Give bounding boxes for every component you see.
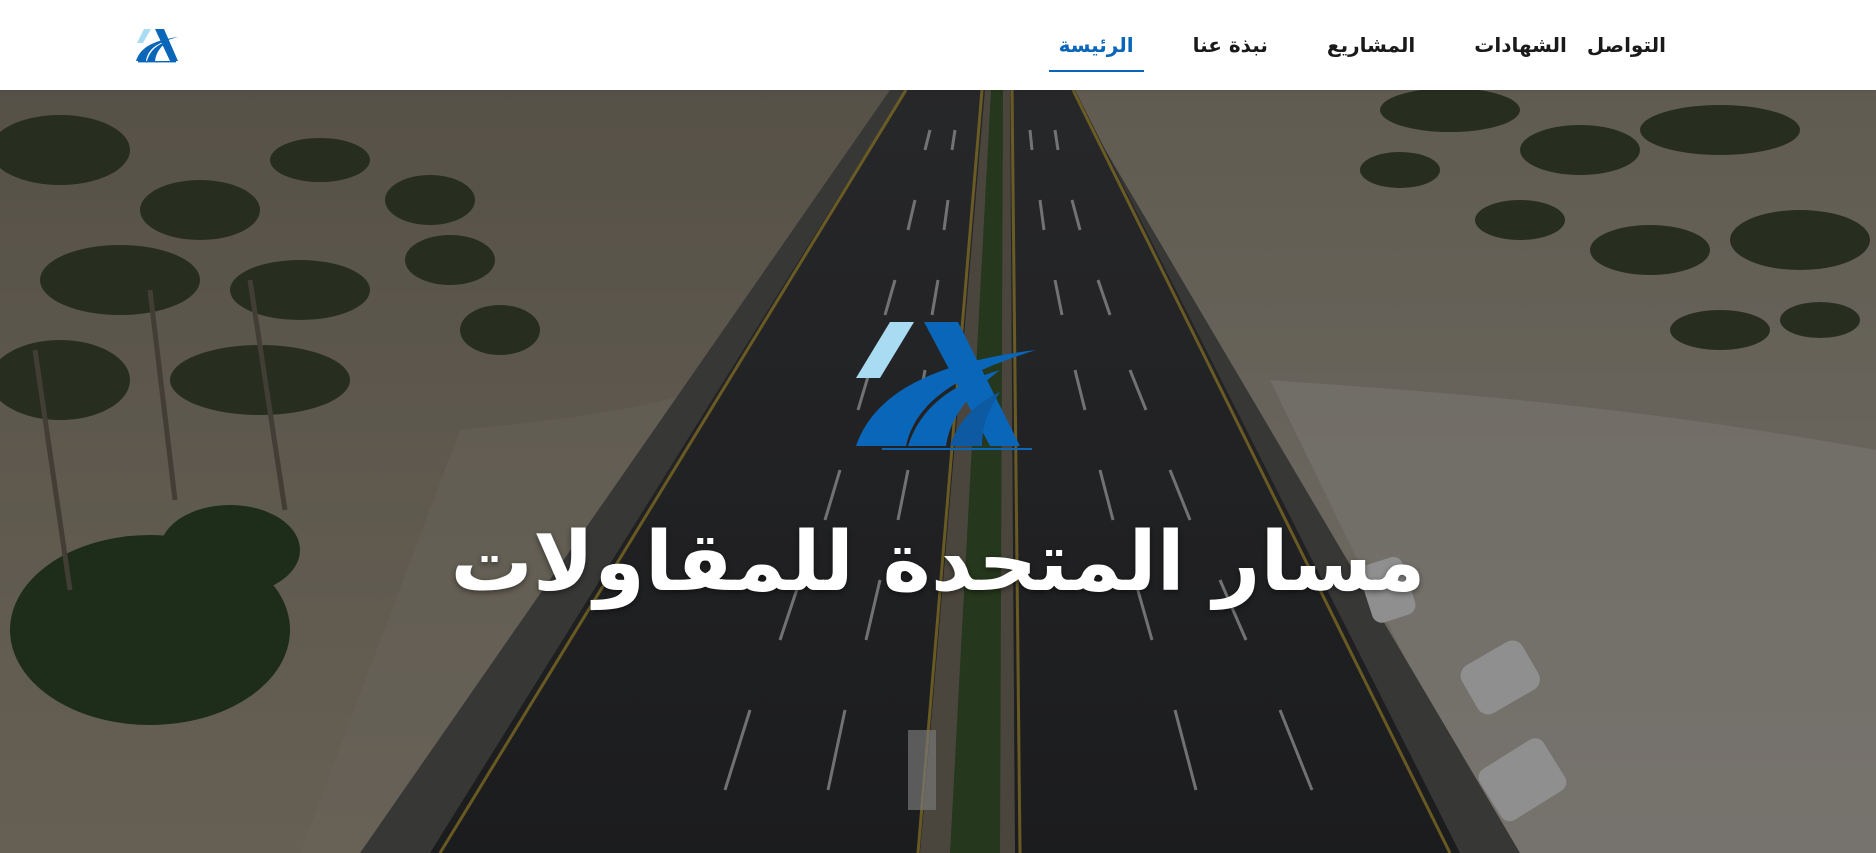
nav-item-certificates[interactable]: الشهادات [1464,0,1577,90]
main-nav: الرئيسة نبذة عنا المشاريع الشهادات التوا… [1010,0,1676,90]
company-logo-icon[interactable] [134,27,180,63]
nav-item-projects[interactable]: المشاريع [1317,0,1425,90]
hero-section: مسار المتحدة للمقاولات [0,90,1876,853]
nav-item-about[interactable]: نبذة عنا [1183,0,1278,90]
hero-dark-overlay [0,90,1876,853]
masar-logo-icon [856,322,1036,450]
nav-item-contact[interactable]: التواصل [1577,0,1676,90]
hero-title: مسار المتحدة للمقاولات [450,515,1426,610]
site-header: الرئيسة نبذة عنا المشاريع الشهادات التوا… [0,0,1876,90]
nav-item-home[interactable]: الرئيسة [1048,0,1144,90]
